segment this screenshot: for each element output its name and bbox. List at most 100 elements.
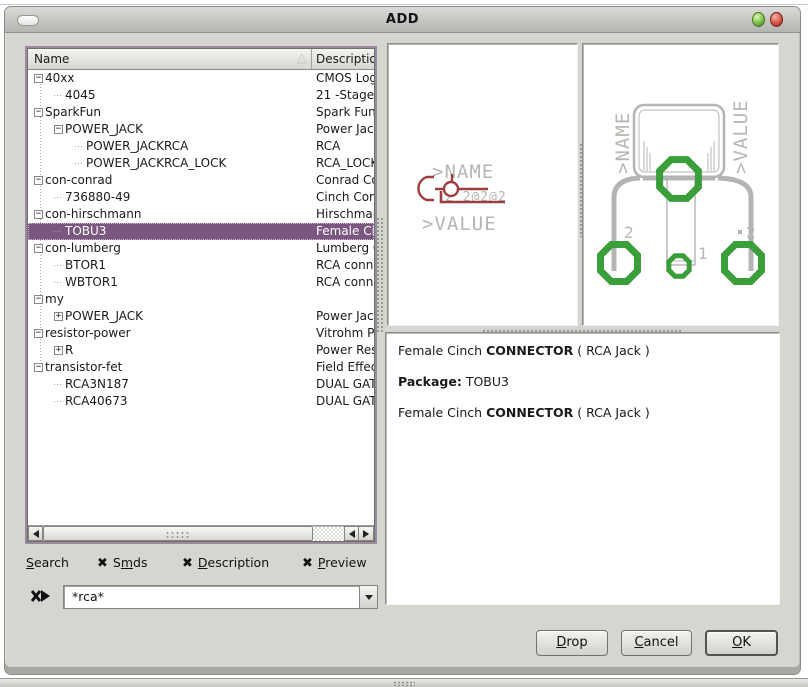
collapse-icon[interactable]: − <box>34 329 43 338</box>
tree-row-my[interactable]: −my <box>28 291 374 308</box>
tree-item-description: Spark Fun <box>312 104 374 121</box>
collapse-icon[interactable]: − <box>54 125 63 134</box>
close-button[interactable] <box>770 12 783 27</box>
tree-item-label: R <box>65 342 73 359</box>
tree-branch-line <box>54 384 63 385</box>
tree-item-label: WBTOR1 <box>65 274 118 291</box>
symbol-value-placeholder: >VALUE <box>422 213 497 235</box>
package-drawing: >NAME >VALUE 2 2 1 <box>583 44 778 325</box>
tree-item-description: Conrad Co <box>312 172 374 189</box>
tree-row-con-hirschmann[interactable]: −con-hirschmann Hirschmann <box>28 206 374 223</box>
tree-item-label: con-lumberg <box>45 240 121 257</box>
tree-item-description: 21 -Stage <box>312 87 374 104</box>
tree-row-power_jack[interactable]: +POWER_JACKPower Jack <box>28 308 374 325</box>
column-header-name[interactable]: Name △ <box>28 49 312 69</box>
collapse-icon[interactable]: − <box>34 176 43 185</box>
scroll-left-button-2[interactable] <box>344 526 359 541</box>
collapse-icon[interactable]: − <box>34 295 43 304</box>
tree-row-con-conrad[interactable]: −con-conradConrad Co <box>28 172 374 189</box>
ok-button[interactable]: OK <box>705 630 778 656</box>
checkbox-description[interactable]: ✖ Description <box>182 555 269 571</box>
tree-item-description: Female Cin <box>312 223 374 240</box>
left-arrow-icon <box>33 530 39 538</box>
tree-branch-line <box>54 95 63 96</box>
search-row: *rca* <box>25 585 385 611</box>
tree-row-transistor-fet[interactable]: −transistor-fetField Effec <box>28 359 374 376</box>
description-line-3: Female Cinch CONNECTOR ( RCA Jack ) <box>398 405 767 420</box>
scrollbar-thumb[interactable] <box>43 526 313 541</box>
tree-horizontal-scrollbar[interactable] <box>28 525 374 541</box>
tree-branch-line <box>75 146 84 147</box>
checkbox-checked-icon[interactable]: ✖ <box>97 556 108 571</box>
tree-row-btor1[interactable]: BTOR1RCA conne <box>28 257 374 274</box>
symbol-drawing: >NAME 2 2@2@2 >VALUE <box>388 44 577 325</box>
tree-item-label: transistor-fet <box>45 359 122 376</box>
scrollbar-grip-dots <box>165 531 191 539</box>
search-value[interactable]: *rca* <box>64 586 359 608</box>
add-dialog: ADD Name △ Description −40xxCMOS Log4045… <box>4 6 801 675</box>
package-name-placeholder: >NAME <box>612 112 634 174</box>
package-preview: >NAME >VALUE 2 2 1 <box>582 43 779 326</box>
collapse-icon[interactable]: − <box>34 244 43 253</box>
tree-row-4045[interactable]: 404521 -Stage <box>28 87 374 104</box>
background-window-edge-bottom <box>0 678 808 687</box>
tree-item-description <box>312 291 374 308</box>
checkbox-checked-icon[interactable]: ✖ <box>182 556 193 571</box>
pad-center-1 <box>669 256 689 276</box>
drop-button[interactable]: Drop <box>536 630 608 656</box>
cancel-button[interactable]: Cancel <box>621 630 692 656</box>
tree-row-tobu3[interactable]: TOBU3 Female Cin <box>28 223 374 240</box>
tree-item-label: RCA3N187 <box>65 376 129 393</box>
left-arrow-icon <box>349 530 355 538</box>
pad-label-2-right: 2 <box>746 223 756 242</box>
search-wildcard-icon[interactable] <box>31 589 51 604</box>
tree-item-label: 736880-49 <box>65 189 130 206</box>
scroll-right-button[interactable] <box>359 526 374 541</box>
tree-row-con-lumberg[interactable]: −con-lumbergLumberg C <box>28 240 374 257</box>
checkbox-label: Description <box>198 555 269 570</box>
resize-grip-dots <box>393 681 415 686</box>
expand-icon[interactable]: + <box>54 346 63 355</box>
tree-row-wbtor1[interactable]: WBTOR1RCA conne <box>28 274 374 291</box>
window-title: ADD <box>5 12 800 27</box>
tree-item-label: con-hirschmann <box>45 206 141 223</box>
tree-preview-splitter[interactable] <box>376 217 383 332</box>
tree-body: −40xxCMOS Log404521 -Stage−SparkFunSpark… <box>28 70 374 525</box>
tree-row-resistor-power[interactable]: −resistor-powerVitrohm Po <box>28 325 374 342</box>
package-value-placeholder: >VALUE <box>730 99 752 174</box>
tree-row-r[interactable]: +RPower Res <box>28 342 374 359</box>
tree-row-sparkfun[interactable]: −SparkFun Spark Fun <box>28 104 374 121</box>
column-header-description[interactable]: Description <box>312 49 374 69</box>
tree-row-power_jackrca[interactable]: POWER_JACKRCARCA <box>28 138 374 155</box>
checkbox-checked-icon[interactable]: ✖ <box>302 556 313 571</box>
pad-left-2 <box>601 245 638 282</box>
tree-item-label: TOBU3 <box>65 223 106 240</box>
tree-row-power_jack[interactable]: −POWER_JACKPower Jack <box>28 121 374 138</box>
tree-item-label: SparkFun <box>45 104 101 121</box>
tree-row-40xx[interactable]: −40xxCMOS Log <box>28 70 374 87</box>
expand-icon[interactable]: + <box>54 312 63 321</box>
tree-item-description: Hirschmann <box>312 206 374 223</box>
search-input[interactable]: *rca* <box>63 585 378 609</box>
screen: ADD Name △ Description −40xxCMOS Log4045… <box>0 0 808 687</box>
tree-row-power_jackrca_lock[interactable]: POWER_JACKRCA_LOCKRCA_LOCK <box>28 155 374 172</box>
maximize-button[interactable] <box>752 12 765 27</box>
tree-row-rca3n187[interactable]: RCA3N187DUAL GATE <box>28 376 374 393</box>
scrollbar-track[interactable] <box>313 526 344 541</box>
tree-row-rca40673[interactable]: RCA40673 DUAL GATE <box>28 393 374 410</box>
collapse-icon[interactable]: − <box>34 363 43 372</box>
checkbox-preview[interactable]: ✖Preview <box>302 555 367 571</box>
collapse-icon[interactable]: − <box>34 74 43 83</box>
symbol-preview: >NAME 2 2@2@2 >VALUE <box>387 43 578 326</box>
tree-row-736880-49[interactable]: 736880-49 Cinch Conn <box>28 189 374 206</box>
tree-item-description: DUAL GATE <box>312 393 374 410</box>
titlebar[interactable]: ADD <box>5 7 800 33</box>
checkbox-smds[interactable]: ✖Smds <box>97 555 147 571</box>
collapse-icon[interactable]: − <box>34 108 43 117</box>
collapse-icon[interactable]: − <box>34 210 43 219</box>
tree-item-label: RCA40673 <box>65 393 128 410</box>
tree-item-description: Cinch Conn <box>312 189 374 206</box>
search-dropdown-button[interactable] <box>359 586 377 608</box>
scroll-left-button[interactable] <box>28 526 43 541</box>
tree-item-label: BTOR1 <box>65 257 106 274</box>
